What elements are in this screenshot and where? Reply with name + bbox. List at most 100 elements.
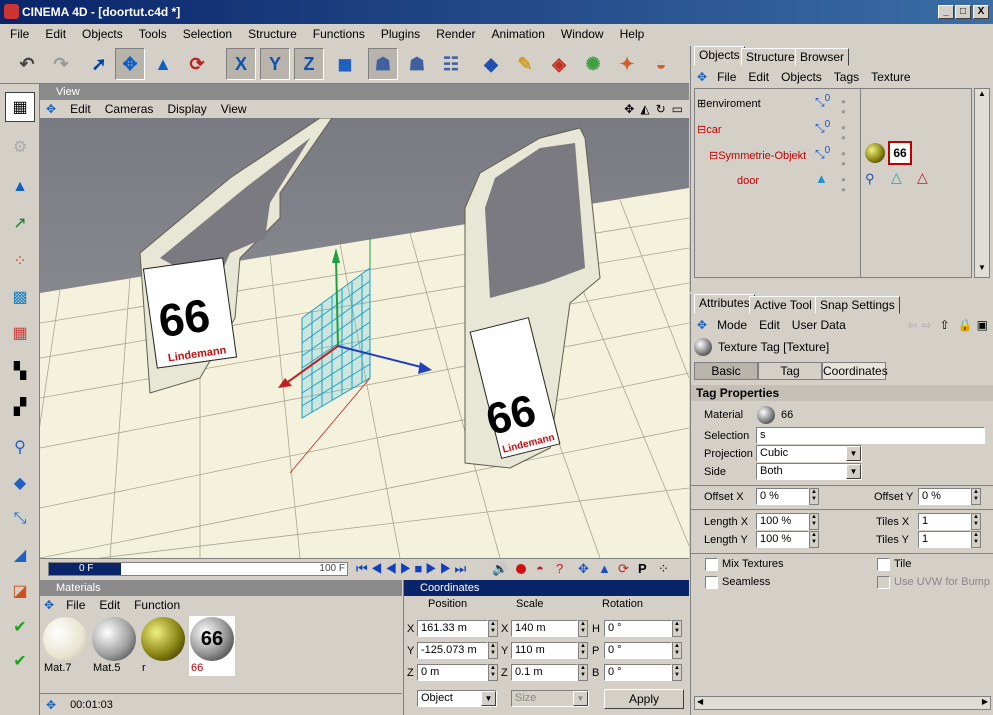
visibility-dots-icon[interactable]: ● ●: [841, 175, 846, 195]
rotation-b-field[interactable]: 0 °: [604, 664, 672, 681]
scroll-left-icon[interactable]: ◀: [697, 697, 703, 706]
playback-controls[interactable]: ⏮◀◀▶■▶▶⏭: [356, 561, 469, 577]
materials-menu-edit[interactable]: Edit: [99, 598, 120, 612]
material-swatch[interactable]: Mat.7: [42, 616, 88, 676]
objects-menu-tags[interactable]: Tags: [834, 70, 859, 84]
spline-tool-icon[interactable]: ✎: [510, 48, 540, 80]
objects-menu-objects[interactable]: Objects: [781, 70, 822, 84]
position-z-field[interactable]: 0 m: [417, 664, 488, 681]
view-zoom-icon[interactable]: ◭: [640, 102, 649, 116]
keyframe-help-icon[interactable]: ?: [556, 561, 563, 576]
visibility-dots-icon[interactable]: ● ●: [841, 97, 846, 117]
menu-objects[interactable]: Objects: [72, 27, 129, 41]
record-position-icon[interactable]: ✥: [578, 561, 589, 577]
position-z-spinner[interactable]: ▲ ▼: [488, 664, 498, 681]
tab-objects[interactable]: Objects: [694, 46, 745, 66]
menu-edit[interactable]: Edit: [35, 27, 72, 41]
timeline-slider[interactable]: 0 F 100 F: [48, 562, 348, 576]
tab-attributes[interactable]: Attributes: [694, 294, 755, 314]
offset-x-field[interactable]: 0 %: [756, 488, 809, 505]
record-rotation-icon[interactable]: ⟳: [618, 561, 629, 577]
texture-mode-icon[interactable]: ▚: [5, 356, 35, 386]
x-axis-lock-button[interactable]: X: [226, 48, 256, 80]
menu-render[interactable]: Render: [426, 27, 481, 41]
texture-tag-icon[interactable]: [865, 143, 885, 163]
texture-tag-selected-icon[interactable]: 66: [888, 141, 912, 165]
attributes-horizontal-scrollbar[interactable]: ◀ ▶: [694, 696, 991, 710]
view-maximize-icon[interactable]: ▭: [672, 102, 683, 116]
material-swatch[interactable]: r: [140, 616, 186, 676]
move-tool-icon[interactable]: ✥: [115, 48, 145, 80]
object-mode-icon[interactable]: ↗: [5, 208, 35, 238]
rotate-tool-icon[interactable]: ⟳: [182, 48, 212, 80]
size-mode-dropdown[interactable]: Size ▼: [511, 690, 589, 707]
scale-tool-icon[interactable]: ▲: [148, 48, 178, 80]
scale-y-field[interactable]: 110 m: [511, 642, 578, 659]
view-menu-edit[interactable]: Edit: [70, 102, 91, 116]
tile-checkbox[interactable]: [877, 558, 890, 571]
menu-tools[interactable]: Tools: [129, 27, 173, 41]
rotation-p-field[interactable]: 0 °: [604, 642, 672, 659]
inverse-kinematics-icon[interactable]: ◆: [5, 468, 35, 498]
undo-icon[interactable]: ↶: [12, 48, 42, 80]
offset-x-spinner[interactable]: ▲ ▼: [809, 488, 819, 505]
edges-mode-icon[interactable]: ▩: [5, 282, 35, 312]
menu-animation[interactable]: Animation: [482, 27, 551, 41]
tree-item-car[interactable]: ⊟car: [697, 123, 722, 136]
lock-icon[interactable]: 🔒: [958, 318, 973, 332]
z-axis-lock-button[interactable]: Z: [294, 48, 324, 80]
attributes-menu-mode[interactable]: Mode: [717, 318, 747, 332]
scale-x-field[interactable]: 140 m: [511, 620, 578, 637]
length-y-field[interactable]: 100 %: [756, 531, 809, 548]
scroll-up-icon[interactable]: ▲: [975, 89, 989, 103]
scale-x-spinner[interactable]: ▲ ▼: [578, 620, 588, 637]
maximize-button[interactable]: □: [955, 5, 971, 19]
tiles-x-field[interactable]: 1: [918, 513, 971, 530]
menu-plugins[interactable]: Plugins: [371, 27, 426, 41]
scene-camera-icon[interactable]: ✦: [612, 48, 642, 80]
scale-z-field[interactable]: 0.1 m: [511, 664, 578, 681]
tab-snap-settings[interactable]: Snap Settings: [815, 296, 900, 314]
visibility-dots-icon[interactable]: ● ●: [841, 149, 846, 169]
subtab-coordinates[interactable]: Coordinates: [822, 362, 888, 380]
back-arrow-icon[interactable]: ⇦: [908, 318, 918, 332]
scale-y-spinner[interactable]: ▲ ▼: [578, 642, 588, 659]
uvw-tag-icon[interactable]: △: [891, 169, 902, 186]
view-menu-icon[interactable]: ✥: [46, 102, 56, 116]
rotation-p-spinner[interactable]: ▲ ▼: [672, 642, 682, 659]
material-swatch[interactable]: Mat.5: [91, 616, 137, 676]
materials-menu-file[interactable]: File: [66, 598, 85, 612]
view-rotate-icon[interactable]: ↻: [656, 102, 666, 116]
position-y-field[interactable]: -125.073 m: [417, 642, 488, 659]
position-x-spinner[interactable]: ▲ ▼: [488, 620, 498, 637]
tree-item-symmetrie-objekt[interactable]: ⊟Symmetrie-Objekt: [709, 149, 806, 162]
record-button[interactable]: [516, 564, 526, 574]
render-picture-viewer-icon[interactable]: ☗: [402, 48, 432, 80]
layout-view-icon[interactable]: ▦: [5, 92, 35, 122]
length-x-field[interactable]: 100 %: [756, 513, 809, 530]
polygon-selection-tag-icon[interactable]: △: [917, 169, 928, 186]
scroll-down-icon[interactable]: ▼: [975, 263, 989, 277]
joint-tool-icon[interactable]: ⤡: [5, 504, 35, 534]
cube-primitive-icon[interactable]: ◆: [476, 48, 506, 80]
objects-menu-file[interactable]: File: [717, 70, 736, 84]
position-y-spinner[interactable]: ▲ ▼: [488, 642, 498, 659]
model-mode-icon[interactable]: ⚙: [5, 132, 35, 162]
rotation-h-spinner[interactable]: ▲ ▼: [672, 620, 682, 637]
view-menu-view[interactable]: View: [221, 102, 247, 116]
menu-selection[interactable]: Selection: [173, 27, 238, 41]
workplane-icon[interactable]: ✔: [5, 646, 35, 676]
nurbs-icon[interactable]: ◈: [544, 48, 574, 80]
length-y-spinner[interactable]: ▲ ▼: [809, 531, 819, 548]
rotation-b-spinner[interactable]: ▲ ▼: [672, 664, 682, 681]
object-axis-mode-icon[interactable]: ▲: [5, 172, 35, 202]
animation-mode-icon[interactable]: ⚲: [5, 432, 35, 462]
selection-input[interactable]: s: [756, 427, 985, 444]
coordinate-mode-dropdown[interactable]: Object ▼: [417, 690, 497, 707]
select-pointer-icon[interactable]: ➚: [84, 48, 114, 80]
array-deformer-icon[interactable]: ✺: [578, 48, 608, 80]
render-view-icon[interactable]: ☗: [368, 48, 398, 80]
material-link-icon[interactable]: [757, 406, 775, 424]
attributes-menu-edit[interactable]: Edit: [759, 318, 780, 332]
coordinate-system-icon[interactable]: ◼: [330, 48, 360, 80]
